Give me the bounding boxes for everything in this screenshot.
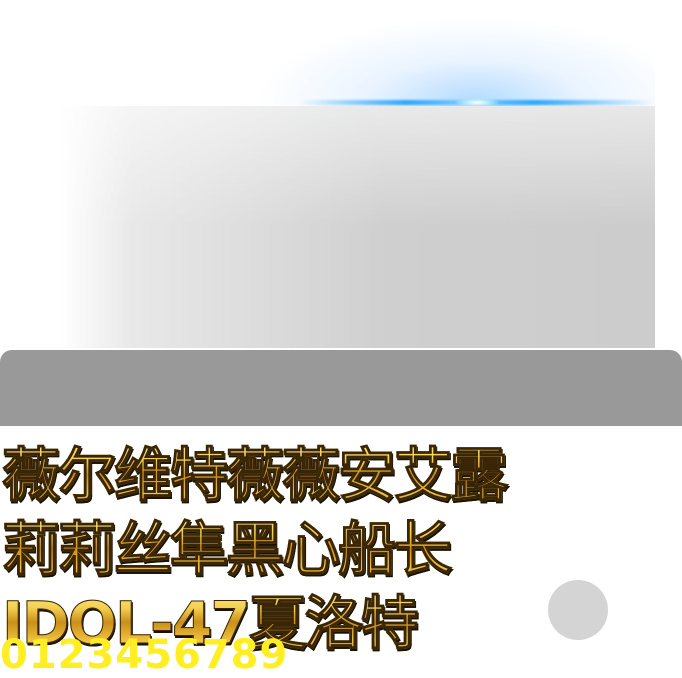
gray-circle	[548, 580, 608, 640]
gray-banner	[0, 350, 682, 426]
name-line-1: 薇尔维特薇薇安艾露	[1, 428, 508, 512]
name-line-2: 莉莉丝隼黑心船长	[1, 502, 452, 586]
digit-sample: 0123456789	[0, 632, 289, 678]
gradient-panel	[60, 106, 655, 348]
